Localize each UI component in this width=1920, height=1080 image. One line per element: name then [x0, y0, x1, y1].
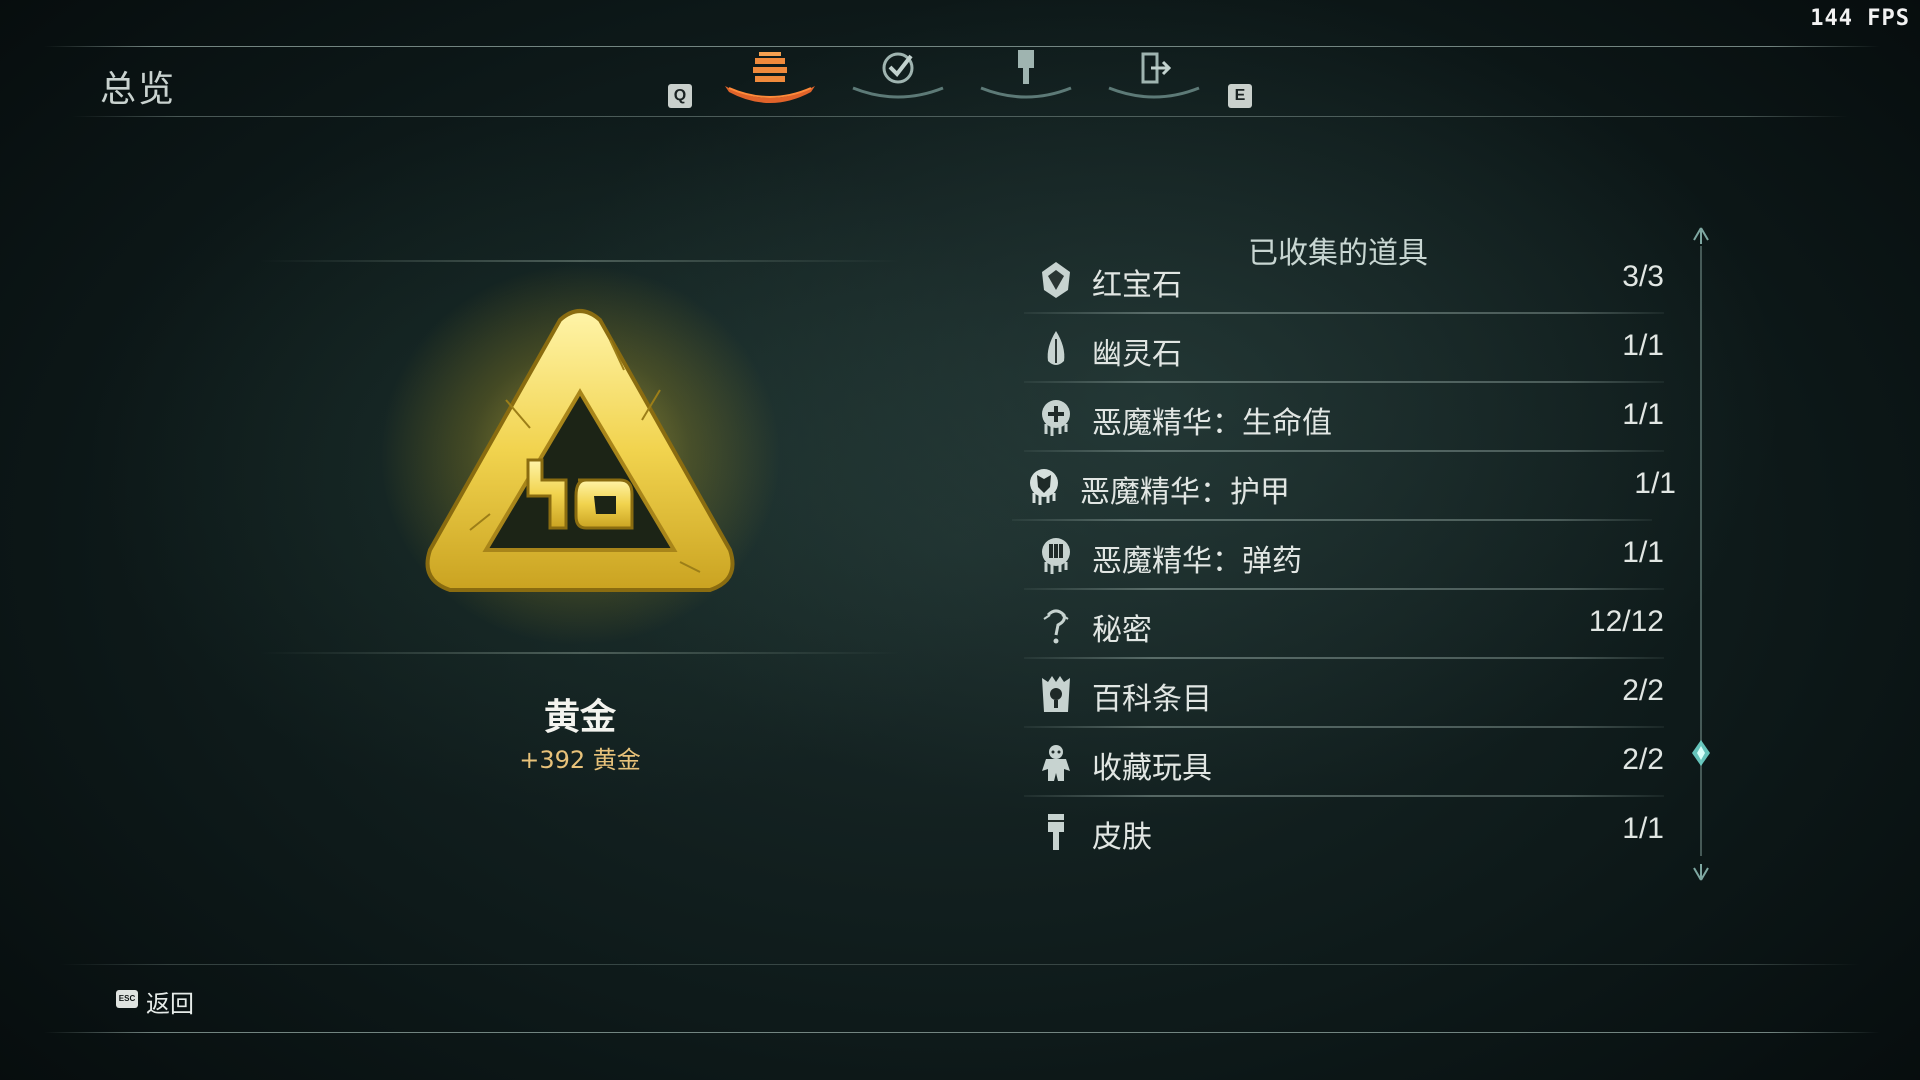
scroll-up-arrow-icon[interactable] — [1690, 226, 1712, 246]
esc-key-icon: ESC — [116, 990, 138, 1008]
tab-overview[interactable] — [715, 48, 825, 110]
item-bottom-divider — [260, 652, 900, 654]
gold-triangle-emblem-icon — [425, 309, 735, 592]
secret-icon — [1043, 609, 1069, 644]
item-name: 黄金 — [543, 697, 616, 738]
page-title: 总览 — [100, 69, 177, 110]
list-item-ghost-stone[interactable]: 幽灵石 1/1 — [1024, 317, 1664, 383]
ghost-stone-icon — [1047, 331, 1065, 365]
stack-icon — [725, 52, 815, 103]
bottom-frame-line — [44, 1032, 1880, 1033]
toy-icon — [1042, 745, 1070, 781]
tab-skins[interactable] — [971, 48, 1081, 110]
scroll-down-arrow-icon[interactable] — [1690, 862, 1712, 882]
back-label: 返回 — [146, 990, 194, 1018]
fps-counter: 144 FPS — [1810, 6, 1910, 31]
footer-separator — [60, 964, 1860, 965]
list-item-demon-essence-health[interactable]: 恶魔精华：生命值 1/1 — [1024, 386, 1664, 452]
item-display-panel: 黄金 +392 黄金 — [260, 260, 900, 774]
overview-screen: 144 FPS 总览 Q E 黄金 +392 黄金 已收集的道具 红宝石 3/3… — [0, 0, 1920, 1080]
checkmark-icon — [852, 52, 944, 99]
list-item-demon-essence-ammo[interactable]: 恶魔精华：弹药 1/1 — [1024, 524, 1664, 590]
door-exit-icon — [1108, 52, 1200, 99]
demon-essence-health-icon — [1042, 400, 1070, 436]
list-item-demon-essence-armor[interactable]: 恶魔精华：护甲 1/1 — [1012, 455, 1676, 521]
codex-icon — [1042, 676, 1070, 712]
next-tab-key-hint[interactable]: E — [1228, 84, 1252, 108]
tab-challenges[interactable] — [843, 48, 953, 110]
tab-exit[interactable] — [1099, 48, 1209, 110]
paintbrush-icon — [980, 50, 1072, 99]
demon-essence-ammo-icon — [1042, 538, 1070, 574]
header-underline — [72, 116, 1848, 117]
prev-tab-key-hint[interactable]: Q — [668, 84, 692, 108]
list-item-codex[interactable]: 百科条目 2/2 — [1024, 662, 1664, 728]
tab-bar: Q E — [660, 44, 1260, 114]
list-item-toy[interactable]: 收藏玩具 2/2 — [1024, 731, 1664, 797]
demon-essence-armor-icon — [1030, 469, 1058, 505]
list-item-ruby[interactable]: 红宝石 3/3 — [1024, 248, 1664, 314]
list-item-secret[interactable]: 秘密 12/12 — [1024, 593, 1664, 659]
list-item-skin[interactable]: 皮肤 1/1 — [1024, 800, 1664, 866]
collected-list-scrollbar[interactable] — [1690, 226, 1712, 882]
skin-icon — [1048, 814, 1064, 850]
item-reward: +392 黄金 — [519, 746, 641, 774]
scroll-thumb[interactable] — [1690, 738, 1712, 768]
ruby-icon — [1042, 262, 1070, 298]
